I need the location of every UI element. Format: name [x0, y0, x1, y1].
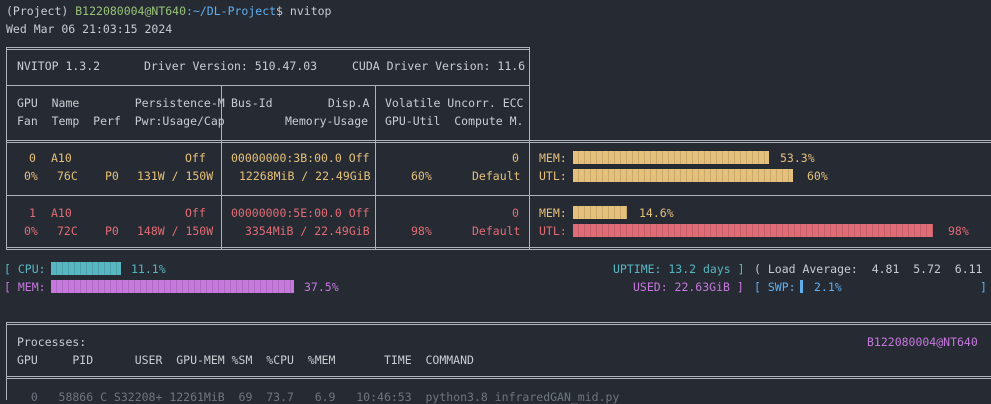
host-mem-bar	[51, 280, 294, 293]
gpu-1-mem-label: MEM:	[539, 206, 567, 220]
gpu-0-bus: 00000000:3B:00.0 Off	[231, 151, 370, 165]
processes-title: Processes:	[17, 335, 87, 349]
prompt-command: nvitop	[289, 4, 332, 18]
gpu-0-utl-label: UTL:	[539, 169, 567, 183]
gpu-1-bus: 00000000:5E:00.0 Off	[231, 206, 370, 220]
divider	[6, 322, 991, 325]
gpu-0-id: 0	[29, 151, 36, 165]
processes-user-host: B122080004@NT640	[867, 335, 978, 349]
gpu-0-util: 60%	[411, 169, 432, 183]
gpu-0-mem-pct: 53.3%	[780, 151, 815, 165]
gpu-0-mem-bar	[573, 151, 769, 164]
host-swp-bar	[800, 280, 803, 293]
gpu-1-memory: 3354MiB / 22.49GiB	[245, 224, 370, 238]
gpu-0-utl-bar	[573, 169, 793, 182]
gpu-0-persistence: Off	[185, 151, 206, 165]
gpu-1-compute: Default	[472, 224, 521, 238]
datetime: Wed Mar 06 21:03:15 2024	[6, 22, 173, 36]
process-row[interactable]: 0 58866 C S32208+ 12261MiB 69 73.7 6.9 1…	[17, 390, 620, 404]
divider	[6, 85, 530, 86]
divider	[375, 85, 376, 140]
gpu-1-utl-pct: 98%	[948, 224, 969, 238]
divider	[6, 247, 991, 250]
divider	[529, 47, 530, 86]
col-header-memory: Memory-Usage	[285, 114, 369, 128]
nvitop-version: NVITOP 1.3.2	[17, 59, 101, 73]
divider	[6, 47, 7, 86]
gpu-1-mem-bar	[573, 206, 627, 219]
gpu-0-name: A10	[51, 151, 72, 165]
driver-version: Driver Version: 510.47.03	[144, 59, 318, 73]
gpu-1-utl-bar	[573, 224, 933, 237]
shell-prompt: (Project) B122080004@NT640:~/DL-Project$…	[6, 4, 331, 18]
gpu-1-util: 98%	[411, 224, 432, 238]
col-header-bus: Bus-Id Disp.A	[231, 96, 370, 110]
divider	[529, 85, 530, 140]
col-header-util: GPU-Util Compute M.	[385, 114, 524, 128]
gpu-0-perf: P0	[105, 169, 119, 183]
col-header-fan-power: Fan Temp Perf Pwr:Usage/Cap	[17, 114, 225, 128]
col-header-gpu-name: GPU Name Persistence-M	[17, 96, 225, 110]
prompt-symbol: $	[276, 4, 283, 18]
gpu-0-fan: 0%	[24, 169, 38, 183]
prompt-path: :~/DL-Project	[186, 4, 277, 18]
gpu-1-perf: P0	[105, 224, 119, 238]
gpu-0-compute: Default	[472, 169, 521, 183]
gpu-0-temp: 76C	[57, 169, 78, 183]
gpu-0-ecc: 0	[512, 151, 519, 165]
cuda-version: CUDA Driver Version: 11.6	[352, 59, 526, 73]
gpu-1-mem-pct: 14.6%	[639, 206, 674, 220]
gpu-1-utl-label: UTL:	[539, 224, 567, 238]
host-swp-pct: 2.1%	[814, 280, 842, 294]
host-swp-close: ]	[980, 280, 987, 294]
divider	[6, 140, 991, 143]
host-cpu-label: [ CPU:	[4, 262, 46, 276]
host-swp-label: [ SWP:	[754, 280, 796, 294]
divider	[6, 376, 991, 379]
gpu-0-utl-pct: 60%	[807, 169, 828, 183]
divider	[6, 379, 7, 400]
processes-header: GPU PID USER GPU-MEM %SM %CPU %MEM TIME …	[17, 353, 474, 367]
host-cpu-pct: 11.1%	[131, 262, 166, 276]
gpu-0-mem-label: MEM:	[539, 151, 567, 165]
host-mem-label: [ MEM:	[4, 280, 46, 294]
gpu-1-id: 1	[29, 206, 36, 220]
divider	[6, 85, 7, 140]
prompt-env: (Project)	[6, 4, 69, 18]
host-used: USED: 22.63GiB ]	[633, 280, 744, 294]
gpu-0-power: 131W / 150W	[137, 169, 214, 183]
divider	[6, 47, 530, 50]
gpu-1-fan: 0%	[24, 224, 38, 238]
gpu-1-power: 148W / 150W	[137, 224, 214, 238]
gpu-1-persistence: Off	[185, 206, 206, 220]
divider	[6, 195, 991, 196]
gpu-1-name: A10	[51, 206, 72, 220]
host-cpu-bar	[51, 262, 121, 275]
prompt-user-host: B122080004@NT640	[75, 4, 187, 18]
divider	[221, 85, 222, 140]
host-mem-pct: 37.5%	[304, 280, 339, 294]
host-uptime: UPTIME: 13.2 days ]	[613, 262, 745, 276]
divider	[6, 322, 7, 382]
host-load-average: ( Load Average: 4.81 5.72 6.11 )	[754, 262, 991, 276]
gpu-0-memory: 12268MiB / 22.49GiB	[239, 169, 371, 183]
col-header-ecc: Volatile Uncorr. ECC	[385, 96, 524, 110]
gpu-1-temp: 72C	[57, 224, 78, 238]
gpu-1-ecc: 0	[512, 206, 519, 220]
